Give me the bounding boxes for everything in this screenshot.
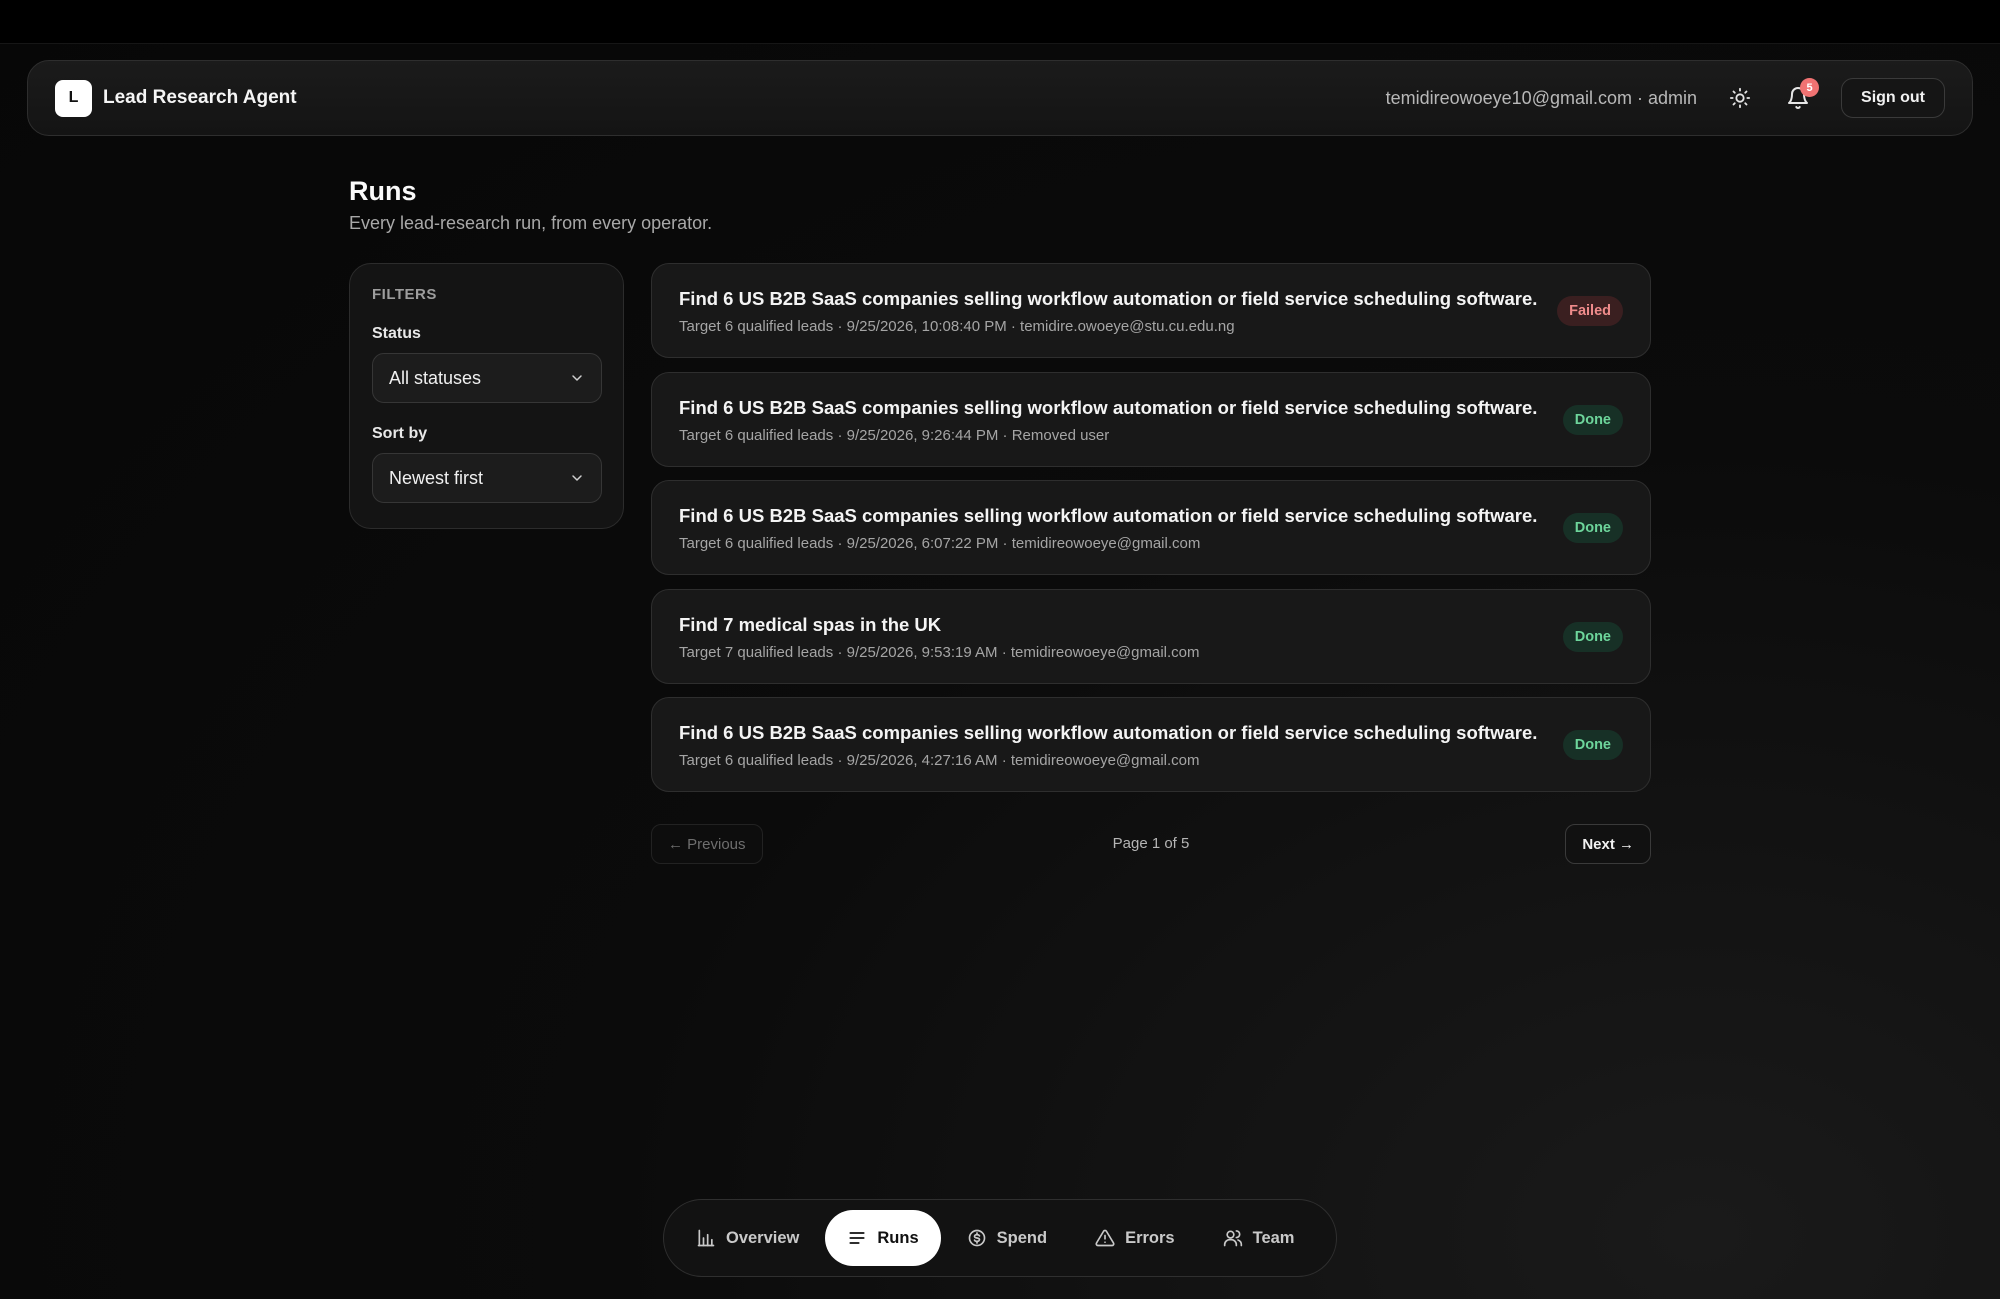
nav-item-label: Spend — [996, 1228, 1048, 1247]
notifications-button[interactable]: 5 — [1781, 78, 1820, 115]
page-indicator: Page 1 of 5 — [1112, 835, 1190, 852]
status-badge: Done — [1562, 513, 1623, 543]
nav-item-errors[interactable]: Errors — [1073, 1210, 1197, 1266]
nav-item-overview[interactable]: Overview — [674, 1210, 821, 1266]
nav-item-runs[interactable]: Runs — [825, 1210, 941, 1266]
run-meta: Target 6 qualified leads · 9/25/2026, 6:… — [679, 535, 1201, 552]
nav-item-label: Runs — [877, 1228, 919, 1247]
run-card[interactable]: Find 6 US B2B SaaS companies selling wor… — [651, 371, 1651, 467]
user-info: temidireowoeye10@gmail.com · admin — [1385, 87, 1698, 108]
theme-toggle-button[interactable] — [1723, 81, 1757, 115]
chevron-down-icon — [569, 370, 585, 386]
chevron-down-icon — [569, 470, 585, 486]
run-meta: Target 6 qualified leads · 9/25/2026, 10… — [679, 318, 1235, 335]
runs-list: Find 6 US B2B SaaS companies selling wor… — [651, 263, 1651, 806]
run-meta: Target 7 qualified leads · 9/25/2026, 9:… — [679, 643, 1200, 661]
sun-icon — [1729, 87, 1751, 109]
nav-item-label: Team — [1252, 1228, 1295, 1247]
users-icon — [1223, 1230, 1242, 1247]
status-badge: Failed — [1557, 296, 1623, 326]
status-filter-label: Status — [372, 325, 421, 342]
run-meta: Target 6 qualified leads · 9/25/2026, 9:… — [679, 426, 1110, 444]
page-subtitle: Every lead-research run, from every oper… — [349, 213, 713, 233]
dollar-circle-icon — [968, 1229, 985, 1247]
page-title: Runs — [349, 176, 417, 206]
status-badge: Done — [1562, 404, 1623, 435]
filters-heading: FILTERS — [372, 286, 437, 303]
bar-chart-icon — [697, 1229, 715, 1247]
next-page-button[interactable]: Next → — [1565, 824, 1651, 864]
run-card[interactable]: Find 7 medical spas in the UK Target 7 q… — [651, 588, 1651, 684]
app-header: L Lead Research Agent temidireowoeye10@g… — [27, 60, 1973, 136]
status-select[interactable]: All statuses — [372, 353, 602, 403]
previous-page-button[interactable]: ← Previous — [651, 824, 763, 864]
run-card[interactable]: Find 6 US B2B SaaS companies selling wor… — [651, 697, 1651, 792]
run-title: Find 7 medical spas in the UK — [679, 613, 942, 635]
sort-by-label: Sort by — [372, 425, 428, 442]
app-logo: L — [55, 79, 92, 117]
run-title: Find 6 US B2B SaaS companies selling wor… — [679, 505, 1538, 526]
sort-select-value: Newest first — [389, 467, 484, 488]
run-title: Find 6 US B2B SaaS companies selling wor… — [679, 288, 1538, 309]
brand[interactable]: L Lead Research Agent — [55, 79, 297, 117]
nav-item-label: Errors — [1125, 1228, 1175, 1247]
status-badge: Done — [1562, 621, 1623, 652]
sign-out-button[interactable]: Sign out — [1841, 78, 1945, 118]
sort-select[interactable]: Newest first — [372, 453, 602, 503]
run-card[interactable]: Find 6 US B2B SaaS companies selling wor… — [651, 263, 1651, 358]
run-title: Find 6 US B2B SaaS companies selling wor… — [679, 722, 1538, 743]
app-title: Lead Research Agent — [103, 87, 297, 108]
status-badge: Done — [1562, 730, 1623, 760]
bottom-nav: Overview Runs Spend Errors Team — [663, 1199, 1337, 1277]
filters-panel: FILTERS Status All statuses Sort by Newe… — [349, 263, 624, 529]
nav-item-team[interactable]: Team — [1201, 1210, 1317, 1266]
pagination: ← Previous Page 1 of 5 Next → — [651, 824, 1651, 864]
nav-item-label: Overview — [726, 1228, 800, 1247]
notification-count-badge: 5 — [1800, 78, 1820, 97]
browser-top-strip — [0, 0, 2000, 44]
run-meta: Target 6 qualified leads · 9/25/2026, 4:… — [679, 752, 1200, 769]
run-card[interactable]: Find 6 US B2B SaaS companies selling wor… — [651, 480, 1651, 575]
status-select-value: All statuses — [389, 367, 482, 388]
header-actions: temidireowoeye10@gmail.com · admin 5 Sig… — [1386, 78, 1945, 118]
nav-item-spend[interactable]: Spend — [945, 1210, 1069, 1266]
run-title: Find 6 US B2B SaaS companies selling wor… — [679, 396, 1538, 418]
list-icon — [849, 1232, 865, 1244]
warning-triangle-icon — [1095, 1229, 1115, 1247]
